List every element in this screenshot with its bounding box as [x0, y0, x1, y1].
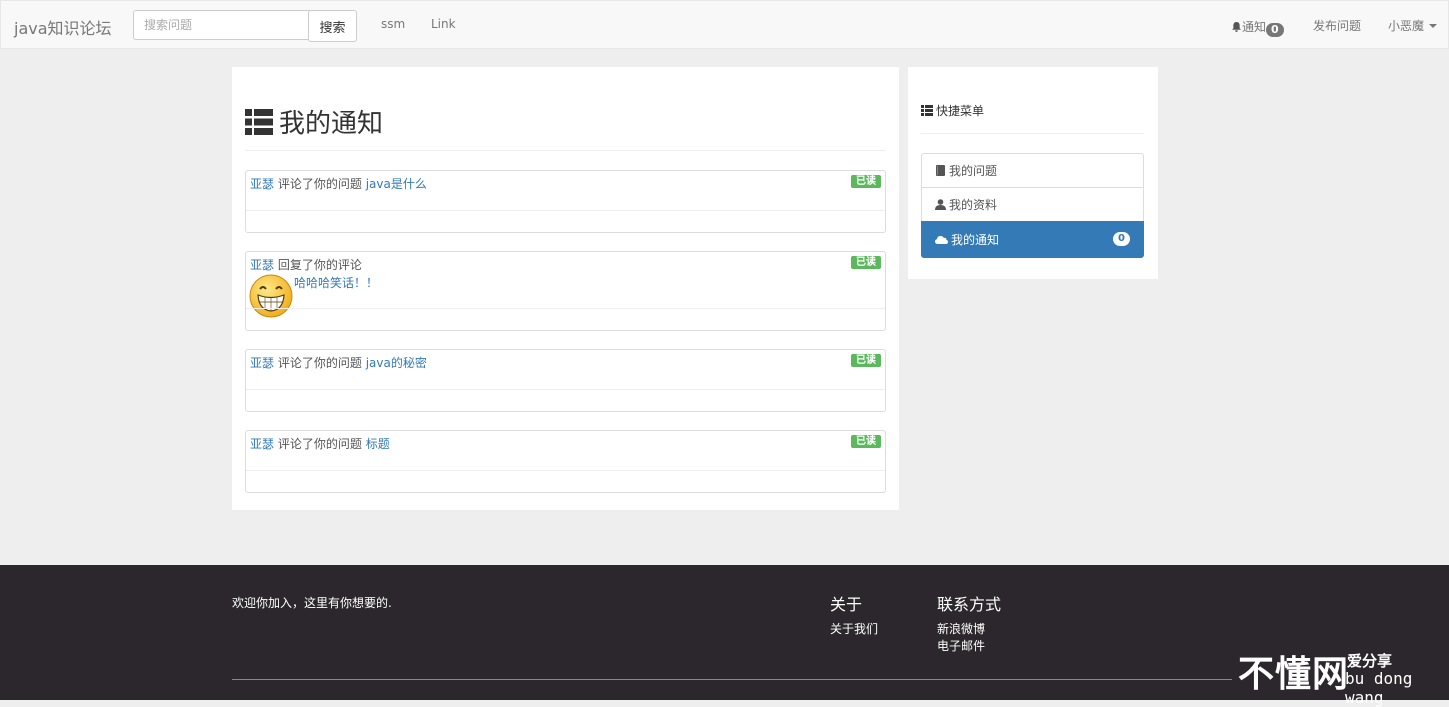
user-name: 小恶魔 — [1388, 19, 1425, 33]
divider — [246, 210, 885, 211]
menu-item-label: 我的资料 — [949, 198, 998, 212]
user-link[interactable]: 亚瑟 — [250, 258, 274, 272]
notification-action: 评论了你的问题 — [277, 356, 362, 370]
grinning-emoji-icon — [249, 274, 293, 318]
caret-down-icon — [1429, 24, 1438, 28]
notifications-panel: 我的通知 亚瑟 评论了你的问题 java是什么 已读 亚瑟 回复了你的评论 已读 — [232, 67, 899, 510]
quick-menu-list: 我的问题 我的资料 我的通知 0 — [921, 153, 1144, 258]
watermark-tagline: 爱分享 — [1347, 652, 1393, 670]
top-navbar: java知识论坛 搜索 ssm Link 通知0 发布问题 小恶魔 — [0, 0, 1449, 49]
th-list-icon — [921, 105, 933, 116]
read-badge: 已读 — [851, 175, 881, 188]
brand-link[interactable]: java知识论坛 — [14, 15, 112, 39]
publish-question-link[interactable]: 发布问题 — [1313, 17, 1361, 34]
question-link[interactable]: 标题 — [366, 437, 390, 451]
menu-item-my-questions[interactable]: 我的问题 — [921, 153, 1144, 188]
notify-link[interactable]: 通知 0 — [1232, 18, 1284, 37]
divider — [232, 679, 1232, 680]
th-list-icon — [245, 108, 273, 135]
footer-contact-heading: 联系方式 — [937, 595, 1002, 614]
search-input[interactable] — [133, 10, 315, 40]
notification-count-badge: 0 — [1113, 232, 1130, 246]
weibo-link[interactable]: 新浪微博 — [937, 620, 985, 637]
notification-item: 亚瑟 评论了你的问题 标题 已读 — [245, 430, 886, 493]
nav-link-ssm[interactable]: ssm — [381, 17, 405, 31]
cloud-icon — [935, 236, 948, 244]
read-badge: 已读 — [851, 256, 881, 269]
user-link[interactable]: 亚瑟 — [250, 177, 274, 191]
user-menu-dropdown[interactable]: 小恶魔 — [1388, 17, 1438, 34]
question-link[interactable]: java是什么 — [366, 177, 427, 191]
quick-menu-label: 快捷菜单 — [936, 104, 985, 118]
notification-text: 亚瑟 回复了你的评论 — [250, 256, 362, 273]
watermark-logo: 不懂网 — [1238, 654, 1350, 695]
notification-item: 亚瑟 评论了你的问题 java是什么 已读 — [245, 170, 886, 233]
notification-action: 评论了你的问题 — [277, 437, 362, 451]
page-title: 我的通知 — [245, 103, 383, 140]
quick-menu-title: 快捷菜单 — [921, 102, 984, 119]
bell-icon — [1232, 22, 1241, 32]
user-link[interactable]: 亚瑟 — [250, 356, 274, 370]
notification-text: 亚瑟 评论了你的问题 标题 — [250, 435, 390, 452]
notification-item: 亚瑟 评论了你的问题 java的秘密 已读 — [245, 349, 886, 412]
notify-count-badge: 0 — [1266, 23, 1284, 37]
watermark-pinyin: bu dong wang — [1345, 669, 1413, 707]
notification-action: 评论了你的问题 — [277, 177, 362, 191]
footer: 欢迎你加入，这里有你想要的. 关于 关于我们 联系方式 新浪微博 电子邮件 不懂… — [0, 565, 1449, 707]
email-link[interactable]: 电子邮件 — [937, 637, 985, 654]
divider — [921, 133, 1144, 134]
menu-item-my-profile[interactable]: 我的资料 — [921, 187, 1144, 222]
divider — [246, 470, 885, 471]
divider — [246, 389, 885, 390]
nav-link-link[interactable]: Link — [431, 17, 456, 31]
user-icon — [935, 199, 946, 210]
notification-text: 亚瑟 评论了你的问题 java是什么 — [250, 175, 427, 192]
menu-item-label: 我的问题 — [949, 164, 998, 178]
footer-welcome-text: 欢迎你加入，这里有你想要的. — [232, 596, 392, 610]
quick-menu-panel: 快捷菜单 我的问题 我的资料 我的通知 0 — [908, 67, 1158, 279]
divider — [246, 308, 885, 309]
user-link[interactable]: 亚瑟 — [250, 437, 274, 451]
menu-item-my-notifications[interactable]: 我的通知 0 — [921, 221, 1144, 258]
footer-about-heading: 关于 — [830, 595, 863, 614]
notification-item: 亚瑟 回复了你的评论 已读 哈哈哈笑话！！ — [245, 251, 886, 331]
page-title-text: 我的通知 — [279, 109, 384, 139]
notification-text: 亚瑟 评论了你的问题 java的秘密 — [250, 354, 427, 371]
reply-content: 哈哈哈笑话！！ — [294, 276, 379, 290]
book-icon — [936, 165, 945, 176]
search-button[interactable]: 搜索 — [308, 10, 357, 42]
divider — [245, 150, 886, 151]
notification-action: 回复了你的评论 — [277, 258, 362, 272]
read-badge: 已读 — [851, 354, 881, 367]
notify-label: 通知 — [1242, 20, 1267, 34]
question-link[interactable]: java的秘密 — [366, 356, 427, 370]
menu-item-label: 我的通知 — [951, 233, 1000, 247]
read-badge: 已读 — [851, 435, 881, 448]
about-us-link[interactable]: 关于我们 — [830, 620, 878, 637]
